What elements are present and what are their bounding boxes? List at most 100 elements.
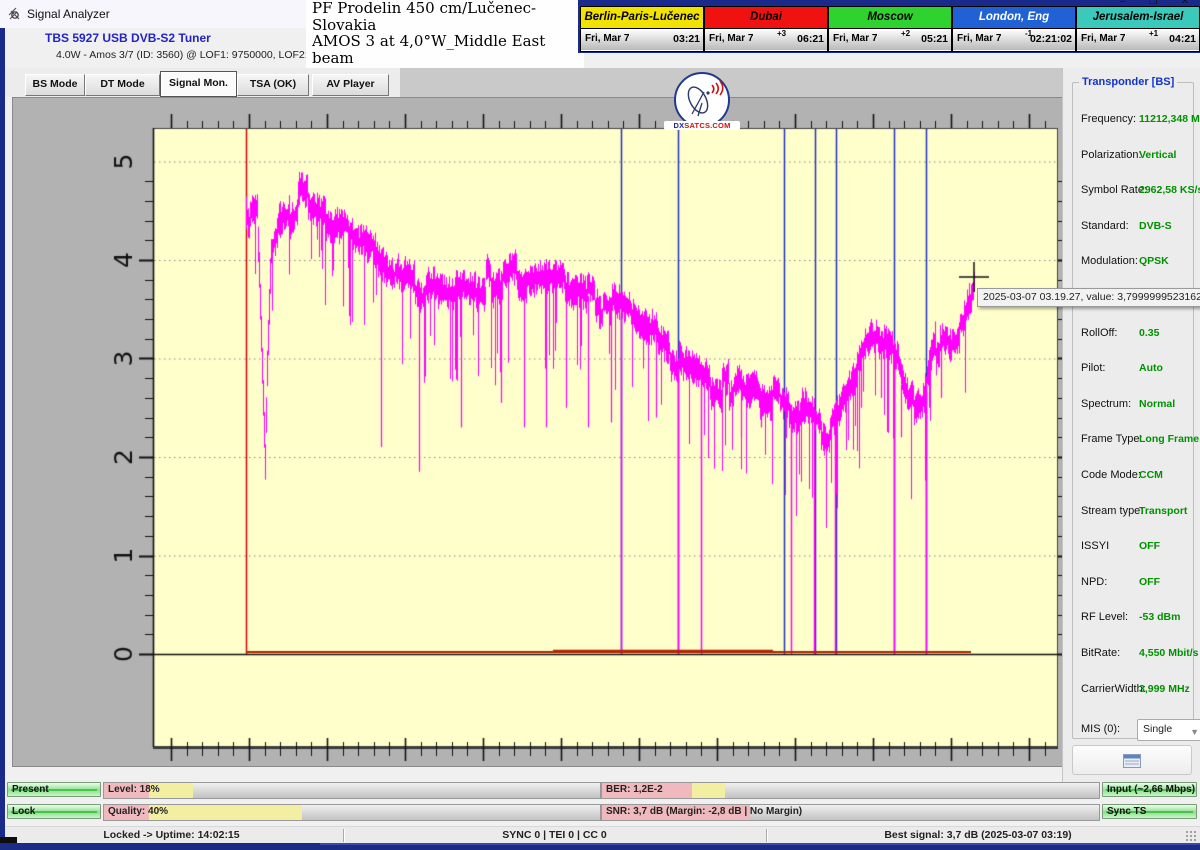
tab-signal-mon-[interactable]: Signal Mon.	[160, 71, 237, 97]
clock-city-label: Moscow	[829, 7, 951, 29]
frame-bottom-segment	[320, 843, 1200, 845]
site-description-line-2: AMOS 3 at 4,0°W_Middle East beam	[312, 33, 584, 66]
clock-time: 06:21	[797, 33, 824, 45]
site-description-line-1: PF Prodelin 450 cm/Lučenec-Slovakia	[312, 0, 584, 33]
chart-region: BERSNRQualityLevel	[12, 97, 1064, 767]
clock-date: Fri, Mar 7	[833, 33, 877, 44]
tab-bs-mode[interactable]: BS Mode	[25, 74, 85, 96]
transponder-title: Transponder [BS]	[1079, 76, 1177, 88]
chart-tooltip: 2025-03-07 03.19.27, value: 3,7999999523…	[977, 288, 1200, 307]
transponder-value-symbolrate: 2962,58 KS/s	[1139, 184, 1200, 196]
clock-widget[interactable]: Berlin-Paris-LučenecFri, Mar 703:21	[580, 6, 704, 52]
clock-widget[interactable]: Dubai Fri, Mar 7 +3 06:21	[704, 6, 828, 52]
transponder-value-rflevel: -53 dBm	[1139, 611, 1180, 623]
clock-city-label: Dubai	[705, 7, 827, 29]
status-best-signal: Best signal: 3,7 dB (2025-03-07 03:19)	[766, 827, 1190, 844]
indicator-lock: Lock	[7, 804, 101, 819]
clock-utc-offset: +3	[777, 29, 786, 38]
transponder-value-spectrum: Normal	[1139, 398, 1175, 410]
indicator-input: Input (~2,66 Mbps)	[1102, 782, 1197, 797]
transponder-label-streamtype: Stream type:	[1081, 505, 1143, 517]
clock-time-row: Fri, Mar 7 +3 06:21	[705, 29, 827, 50]
transponder-label-issyi: ISSYI	[1081, 540, 1109, 552]
meter-level: Level: 18%	[103, 782, 601, 799]
meter-quality: Quality: 40%	[103, 804, 601, 821]
transponder-value-rolloff: 0.35	[1139, 327, 1159, 339]
clock-city-label: Berlin-Paris-Lučenec	[581, 7, 703, 29]
transponder-value-standard: DVB-S	[1139, 220, 1172, 232]
minimize-button[interactable]: –	[1112, 0, 1134, 9]
transponder-label-frequency: Frequency:	[1081, 113, 1136, 125]
transponder-label-codemode: Code Mode:	[1081, 469, 1141, 481]
mis-selected-value: Single	[1143, 723, 1172, 735]
tab-av-player[interactable]: AV Player	[312, 74, 389, 96]
indicator-label: Input (~2,66 Mbps)	[1107, 784, 1195, 795]
meter-ber: BER: 1,2E-2	[601, 782, 1100, 799]
window-controls: – ❐ ✕	[1112, 0, 1200, 9]
indicator-label: Present	[12, 784, 49, 795]
tab-dt-mode[interactable]: DT Mode	[85, 74, 160, 96]
status-uptime: Locked -> Uptime: 14:02:15	[0, 827, 343, 844]
clock-utc-offset: +1	[1149, 29, 1158, 38]
tab-tsa-ok-[interactable]: TSA (OK)	[237, 74, 309, 96]
meter-text: BER: 1,2E-2	[606, 783, 663, 797]
transponder-label-rflevel: RF Level:	[1081, 611, 1128, 623]
transponder-value-frametype: Long Frame	[1139, 433, 1199, 445]
transponder-label-frametype: Frame Type:	[1081, 433, 1143, 445]
maximize-button[interactable]: ❐	[1142, 0, 1164, 9]
transponder-value-polarization: Vertical	[1139, 149, 1176, 161]
clock-utc-offset: +2	[901, 29, 910, 38]
close-button[interactable]: ✕	[1174, 0, 1196, 9]
tab-strip-right	[400, 68, 1062, 97]
clock-widget[interactable]: Moscow Fri, Mar 7 +2 05:21	[828, 6, 952, 52]
transponder-value-npd: OFF	[1139, 576, 1160, 588]
transponder-label-symbolrate: Symbol Rate:	[1081, 184, 1147, 196]
transponder-label-npd: NPD:	[1081, 576, 1107, 588]
transponder-value-modulation: QPSK	[1139, 255, 1169, 267]
indicator-label: Lock	[12, 806, 35, 817]
status-sync: SYNC 0 | TEI 0 | CC 0	[343, 827, 766, 844]
clock-widget[interactable]: London, EngFri, Mar 7-102:21:02	[952, 6, 1076, 52]
transponder-label-carrierwidth: CarrierWidth:	[1081, 683, 1146, 695]
resize-grip[interactable]	[1186, 831, 1196, 841]
clock-time: 05:21	[921, 33, 948, 45]
transponder-groupbox: Transponder [BS] Frequency:11212,348 MHz…	[1072, 82, 1194, 739]
meter-snr: SNR: 3,7 dB (Margin: -2,8 dB | No Margin…	[601, 804, 1100, 821]
clock-widget[interactable]: Jerusalem-IsraelFri, Mar 7+104:21	[1076, 6, 1200, 52]
clock-date: Fri, Mar 7	[1081, 33, 1125, 44]
signal-monitor-chart[interactable]	[13, 98, 1063, 766]
transponder-value-carrierwidth: 3,999 MHz	[1139, 683, 1190, 695]
clock-time-row: Fri, Mar 7 +1 04:21	[1077, 29, 1199, 50]
satellite-dish-icon	[678, 76, 726, 124]
transponder-value-pilot: Auto	[1139, 362, 1163, 374]
chevron-down-icon: ▼	[1190, 723, 1199, 741]
transponder-value-bitrate: 4,550 Mbit/s	[1139, 647, 1199, 659]
stream-list-button[interactable]	[1072, 745, 1192, 775]
indicator-label: Sync TS	[1107, 806, 1146, 817]
transponder-value-issyi: OFF	[1139, 540, 1160, 552]
transponder-label-spectrum: Spectrum:	[1081, 398, 1131, 410]
mis-select[interactable]: Single ▼	[1137, 719, 1200, 741]
clock-time: 04:21	[1169, 33, 1196, 45]
transponder-value-frequency: 11212,348 MHz	[1139, 113, 1200, 125]
transponder-label-modulation: Modulation:	[1081, 255, 1138, 267]
mis-label: MIS (0):	[1081, 723, 1120, 735]
clock-date: Fri, Mar 7	[585, 33, 629, 44]
meter-fill	[149, 805, 302, 820]
transponder-label-pilot: Pilot:	[1081, 362, 1105, 374]
transponder-value-codemode: CCM	[1139, 469, 1163, 481]
signal-analyzer-window: Signal Analyzer TBS 5927 USB DVB-S2 Tune…	[0, 0, 1200, 850]
transponder-label-polarization: Polarization:	[1081, 149, 1142, 161]
clock-date: Fri, Mar 7	[709, 33, 753, 44]
window-title: Signal Analyzer	[27, 7, 110, 21]
site-description: PF Prodelin 450 cm/Lučenec-SlovakiaAMOS …	[306, 0, 584, 68]
clock-city-label: London, Eng	[953, 7, 1075, 29]
indicator-syncts: Sync TS	[1102, 804, 1197, 819]
clock-time-row: Fri, Mar 7 +2 05:21	[829, 29, 951, 50]
transponder-label-rolloff: RollOff:	[1081, 327, 1117, 339]
list-icon	[1123, 754, 1141, 768]
meter-text: Level: 18%	[108, 783, 160, 797]
status-bar: Locked -> Uptime: 14:02:15 SYNC 0 | TEI …	[0, 826, 1200, 844]
transponder-value-streamtype: Transport	[1139, 505, 1187, 517]
clock-time-row: Fri, Mar 703:21	[581, 29, 703, 50]
